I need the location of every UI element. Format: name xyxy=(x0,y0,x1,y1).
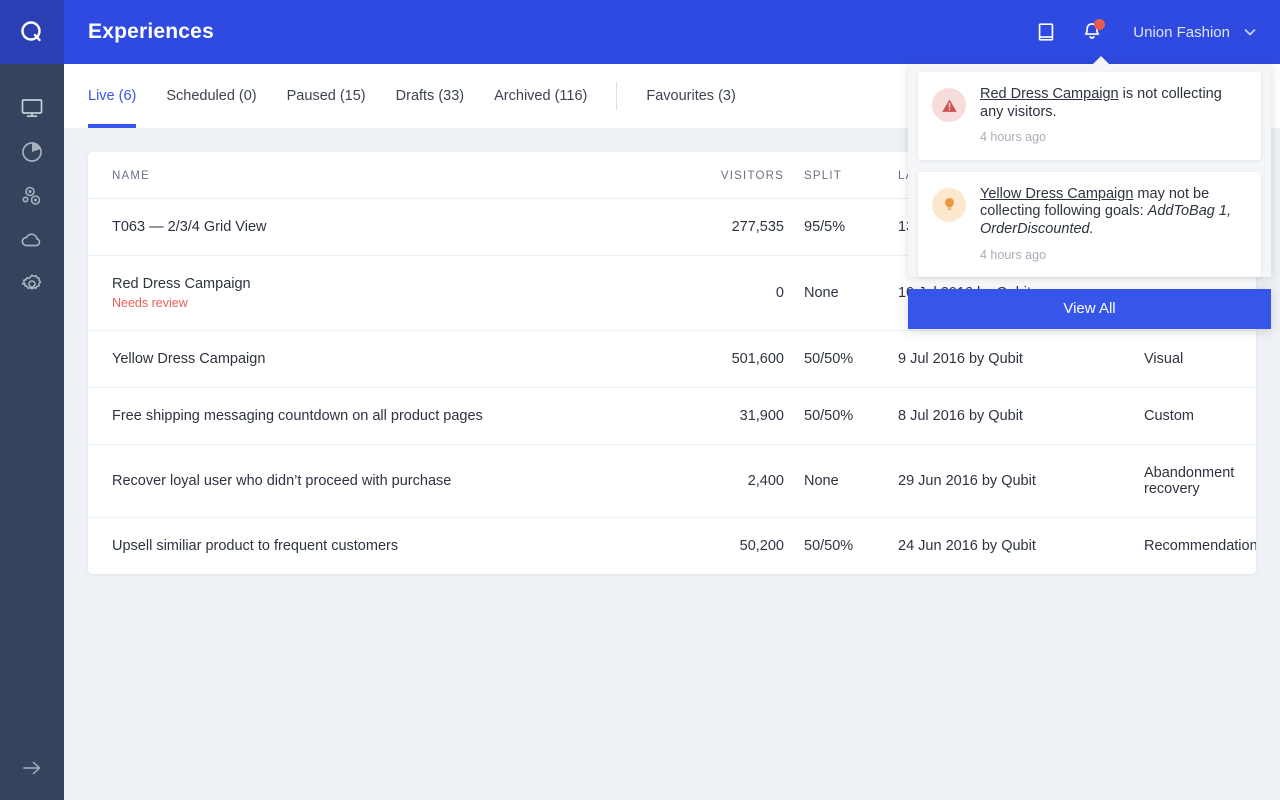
tabs: Live (6) Scheduled (0) Paused (15) Draft… xyxy=(88,64,751,128)
col-header-split[interactable]: SPLIT xyxy=(784,152,880,199)
cell-name: Upsell similiar product to frequent cust… xyxy=(88,518,668,575)
sidebar-item-data[interactable] xyxy=(0,218,64,262)
sidebar-item-analytics[interactable] xyxy=(0,130,64,174)
docs-button[interactable] xyxy=(1025,11,1067,53)
app-root: Experiences Union Fashion xyxy=(0,0,1280,800)
tab-live-label: Live (6) xyxy=(88,88,136,104)
cell-last-updated: 29 Jun 2016 by Qubit xyxy=(880,445,1132,518)
warning-triangle-icon xyxy=(932,88,966,122)
table-row[interactable]: Free shipping messaging countdown on all… xyxy=(88,388,1256,445)
cell-split: 50/50% xyxy=(784,331,880,388)
sidebar-item-settings[interactable] xyxy=(0,262,64,306)
cell-split: 95/5% xyxy=(784,199,880,256)
cell-type: Abandonment recovery xyxy=(1132,445,1256,518)
monitor-icon xyxy=(20,96,44,120)
tab-paused-label: Paused (15) xyxy=(287,88,366,104)
cell-name: Recover loyal user who didn’t proceed wi… xyxy=(88,445,668,518)
notification-time: 4 hours ago xyxy=(980,248,1245,263)
cell-last-updated: 9 Jul 2016 by Qubit xyxy=(880,331,1132,388)
page-title: Experiences xyxy=(88,20,214,44)
cell-split: 50/50% xyxy=(784,388,880,445)
cell-type: Visual xyxy=(1132,331,1256,388)
sidebar-item-segments[interactable] xyxy=(0,174,64,218)
sidebar-collapse-toggle[interactable] xyxy=(0,746,64,790)
tab-scheduled-label: Scheduled (0) xyxy=(166,88,256,104)
qubit-logo-icon xyxy=(19,19,45,45)
col-header-name[interactable]: NAME xyxy=(88,152,668,199)
tab-archived-label: Archived (116) xyxy=(494,88,587,104)
gear-icon xyxy=(20,272,44,296)
needs-review-badge: Needs review xyxy=(112,296,668,310)
cell-visitors: 277,535 xyxy=(668,199,784,256)
book-icon xyxy=(1035,21,1057,43)
notifications-button[interactable] xyxy=(1071,11,1113,53)
tab-archived[interactable]: Archived (116) xyxy=(479,64,602,128)
tab-favourites-label: Favourites (3) xyxy=(646,88,735,104)
notification-badge xyxy=(1094,19,1105,30)
app-logo[interactable] xyxy=(0,0,64,64)
cell-visitors: 31,900 xyxy=(668,388,784,445)
tab-live[interactable]: Live (6) xyxy=(88,64,151,128)
experience-name: Yellow Dress Campaign xyxy=(112,351,265,367)
table-row[interactable]: Recover loyal user who didn’t proceed wi… xyxy=(88,445,1256,518)
tab-drafts[interactable]: Drafts (33) xyxy=(381,64,480,128)
account-name: Union Fashion xyxy=(1133,24,1230,41)
sidebar-rail xyxy=(0,0,64,800)
cell-name: Free shipping messaging countdown on all… xyxy=(88,388,668,445)
account-switcher[interactable]: Union Fashion xyxy=(1125,18,1262,47)
cell-last-updated: 24 Jun 2016 by Qubit xyxy=(880,518,1132,575)
notifications-dropdown: Red Dress Campaign is not collecting any… xyxy=(908,64,1271,329)
pie-chart-icon xyxy=(20,140,44,164)
tab-drafts-label: Drafts (33) xyxy=(396,88,465,104)
experience-name: Red Dress Campaign xyxy=(112,276,251,292)
notification-time: 4 hours ago xyxy=(980,130,1245,145)
warning-triangle-glyph xyxy=(941,97,958,114)
top-header: Experiences Union Fashion xyxy=(64,0,1280,64)
tab-divider xyxy=(616,82,617,110)
notification-text: Yellow Dress Campaign may not be collect… xyxy=(980,186,1245,263)
sidebar-items xyxy=(0,64,64,306)
cell-last-updated: 8 Jul 2016 by Qubit xyxy=(880,388,1132,445)
experience-name: Recover loyal user who didn’t proceed wi… xyxy=(112,473,451,489)
dropdown-caret-icon xyxy=(1092,56,1110,65)
cell-type: Recommendations xyxy=(1132,518,1256,575)
tab-scheduled[interactable]: Scheduled (0) xyxy=(151,64,271,128)
cloud-icon xyxy=(20,228,44,252)
cell-name: T063 — 2/3/4 Grid View xyxy=(88,199,668,256)
cell-visitors: 0 xyxy=(668,256,784,331)
cell-visitors: 501,600 xyxy=(668,331,784,388)
cell-split: 50/50% xyxy=(784,518,880,575)
tab-favourites[interactable]: Favourites (3) xyxy=(631,64,750,128)
sidebar-item-experiences[interactable] xyxy=(0,86,64,130)
notifications-list: Red Dress Campaign is not collecting any… xyxy=(908,64,1271,277)
table-row[interactable]: Yellow Dress Campaign 501,600 50/50% 9 J… xyxy=(88,331,1256,388)
cell-visitors: 50,200 xyxy=(668,518,784,575)
cell-name: Red Dress Campaign Needs review xyxy=(88,256,668,331)
cell-visitors: 2,400 xyxy=(668,445,784,518)
view-all-notifications-button[interactable]: View All xyxy=(908,289,1271,329)
cell-split: None xyxy=(784,256,880,331)
segments-icon xyxy=(20,184,44,208)
lightbulb-icon xyxy=(932,188,966,222)
chevron-down-icon xyxy=(1242,24,1258,40)
experience-name: Upsell similiar product to frequent cust… xyxy=(112,538,398,554)
cell-type: Custom xyxy=(1132,388,1256,445)
notification-text: Red Dress Campaign is not collecting any… xyxy=(980,86,1245,146)
lightbulb-glyph xyxy=(941,196,958,213)
cell-split: None xyxy=(784,445,880,518)
experience-name: T063 — 2/3/4 Grid View xyxy=(112,219,266,235)
notification-item[interactable]: Yellow Dress Campaign may not be collect… xyxy=(918,172,1261,277)
notification-item[interactable]: Red Dress Campaign is not collecting any… xyxy=(918,72,1261,160)
tab-paused[interactable]: Paused (15) xyxy=(272,64,381,128)
cell-name: Yellow Dress Campaign xyxy=(88,331,668,388)
col-header-visitors[interactable]: VISITORS xyxy=(668,152,784,199)
notification-link[interactable]: Yellow Dress Campaign xyxy=(980,186,1133,202)
table-row[interactable]: Upsell similiar product to frequent cust… xyxy=(88,518,1256,575)
arrow-right-icon xyxy=(20,756,44,780)
header-actions: Union Fashion xyxy=(1025,11,1280,53)
experience-name: Free shipping messaging countdown on all… xyxy=(112,408,483,424)
notification-link[interactable]: Red Dress Campaign xyxy=(980,86,1119,102)
